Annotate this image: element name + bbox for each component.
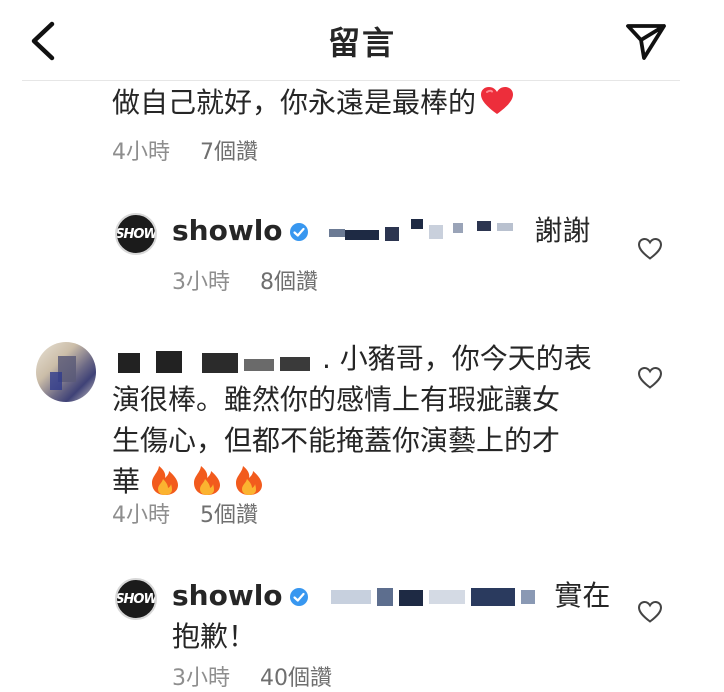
header-divider [22, 80, 680, 81]
like-button[interactable] [637, 366, 663, 390]
send-button[interactable] [624, 20, 668, 62]
avatar[interactable]: SHOW [115, 213, 157, 255]
like-button[interactable] [637, 600, 663, 624]
send-icon [626, 24, 666, 60]
reply-text-line-2: 抱歉！ [172, 620, 257, 653]
comment-2: . 小豬哥，你今天的表 演很棒。雖然你的感情上有瑕疵讓女 生傷心，但都不能掩蓋你… [112, 338, 612, 508]
like-button[interactable] [637, 237, 663, 261]
like-count[interactable]: 7個讚 [200, 140, 258, 165]
comment-1-meta: 4小時 7個讚 [112, 134, 258, 166]
like-count[interactable]: 40個讚 [260, 666, 332, 691]
comment-time: 4小時 [112, 140, 170, 165]
avatar[interactable] [36, 342, 96, 402]
top-bar: 留言 [0, 0, 724, 82]
reply-text: 實在 [554, 579, 611, 612]
like-count[interactable]: 5個讚 [200, 503, 258, 528]
reply-1: showlo 謝謝 [172, 210, 632, 251]
reply-text: 謝謝 [534, 214, 591, 247]
heart-outline-icon [637, 600, 663, 623]
redacted-mention [325, 582, 545, 612]
redacted-username [112, 345, 322, 375]
redacted-mention [325, 217, 525, 247]
heart-outline-icon [637, 366, 663, 389]
comment-text-line-2: 演很棒。雖然你的感情上有瑕疵讓女 [112, 383, 561, 416]
heart-outline-icon [637, 237, 663, 260]
like-count[interactable]: 8個讚 [260, 270, 318, 295]
comment-time: 3小時 [172, 666, 230, 691]
comment-1: 做自己就好，你永遠是最棒的 [112, 82, 672, 123]
comment-text-line-4: 華 [112, 465, 141, 498]
username[interactable]: showlo [172, 214, 283, 247]
comment-time: 4小時 [112, 503, 170, 528]
comment-2-meta: 4小時 5個讚 [112, 497, 258, 529]
page-title: 留言 [327, 24, 396, 62]
comment-text: 做自己就好，你永遠是最棒的 [112, 86, 477, 119]
red-heart-emoji [480, 86, 514, 120]
verified-badge-icon [289, 588, 308, 606]
comment-text-line-3: 生傷心，但都不能掩蓋你演藝上的才 [112, 424, 561, 457]
reply-1-meta: 3小時 8個讚 [172, 264, 318, 296]
avatar-label: SHOW [115, 591, 157, 607]
avatar-label: SHOW [115, 226, 157, 242]
verified-badge-icon [289, 223, 308, 241]
username[interactable]: showlo [172, 579, 283, 612]
comment-time: 3小時 [172, 270, 230, 295]
reply-2: showlo 實在 抱歉！ [172, 575, 632, 657]
avatar[interactable]: SHOW [115, 578, 157, 620]
comment-text-line-1: . 小豬哥，你今天的表 [322, 342, 592, 375]
reply-2-meta: 3小時 40個讚 [172, 660, 332, 692]
